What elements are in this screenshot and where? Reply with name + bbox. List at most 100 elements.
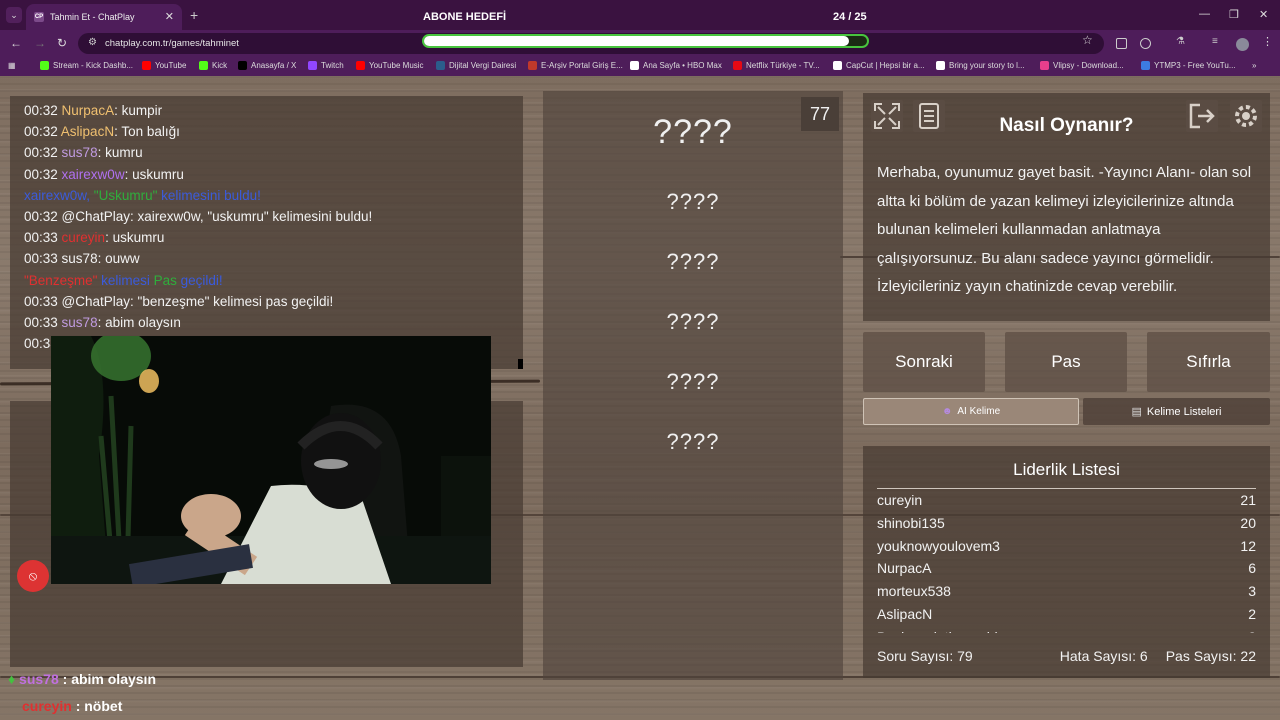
chat-username[interactable]: NurpacA <box>62 103 115 118</box>
chat-username[interactable]: sus78 <box>62 251 98 266</box>
bookmark-label: Dijital Vergi Dairesi <box>449 61 517 70</box>
chat-badge-icon: ♦ <box>8 671 20 687</box>
reload-icon[interactable]: ↻ <box>57 36 67 50</box>
more-bookmarks-icon[interactable]: » <box>1252 61 1256 70</box>
chat-system-text: "Uskumru" <box>93 187 158 203</box>
leaderboard-row: youknowyoulovem3 12 <box>877 535 1256 558</box>
next-button[interactable]: Sonraki <box>863 332 985 392</box>
chat-text: kumru <box>105 145 143 161</box>
pass-button[interactable]: Pas <box>1005 332 1127 392</box>
chat-username[interactable]: @ChatPlay <box>62 294 130 309</box>
chat-scrollbar[interactable] <box>518 359 523 369</box>
subscriber-goal-count: 24 / 25 <box>833 11 867 23</box>
bookmark-favicon-icon <box>199 61 208 70</box>
extensions-puzzle-icon[interactable] <box>1140 38 1151 49</box>
chat-panel: 00:32 NurpacA: kumpir 00:32 AslipacN: Ton… <box>10 96 523 369</box>
chat-username[interactable]: xairexw0w <box>62 167 125 182</box>
back-icon[interactable]: ← <box>10 36 22 50</box>
apps-grid-icon[interactable]: ▦ <box>8 61 16 70</box>
bookmark-label: Netflix Türkiye - TV... <box>746 61 820 70</box>
settings-gear-icon[interactable] <box>1230 100 1262 132</box>
chat-system-text: kelimesi <box>97 272 154 288</box>
chat-username[interactable]: sus78 <box>62 145 98 160</box>
bookmark-item[interactable]: E-Arşiv Portal Giriş E... <box>528 61 623 70</box>
bookmark-item[interactable]: Ana Sayfa • HBO Max <box>630 61 722 70</box>
leaderboard-panel: Liderlik Listesi cureyin 21 shinobi135 20 yo… <box>863 446 1270 678</box>
chat-username[interactable]: sus78 <box>62 315 98 330</box>
chat-separator: : <box>114 103 122 118</box>
leaderboard-list[interactable]: cureyin 21 shinobi135 20 youknowyoulovem3 12 N… <box>877 489 1256 633</box>
chat-username[interactable]: @ChatPlay <box>62 209 130 224</box>
overlay-text: : abim olaysın <box>58 671 156 687</box>
forward-icon[interactable]: → <box>34 36 46 50</box>
bookmark-label: Vlipsy - Download... <box>1053 61 1124 70</box>
exit-icon[interactable] <box>1186 100 1218 132</box>
bookmark-item[interactable]: CapCut | Hepsi bir a... <box>833 61 925 70</box>
bookmark-star-icon[interactable]: ☆ <box>1082 33 1093 47</box>
chat-message: "Benzeşme" kelimesi Pas geçildi! <box>24 270 509 291</box>
chat-text: xairexw0w, "uskumru" kelimesini buldu! <box>137 208 373 224</box>
site-info-icon[interactable]: ⚙ <box>88 37 97 48</box>
minimize-icon[interactable]: — <box>1199 8 1210 20</box>
ai-word-button[interactable]: ☻ AI Kelime <box>863 398 1079 425</box>
overlay-chat-message: cureyin : nöbet <box>22 698 122 714</box>
bookmark-item[interactable]: Twitch <box>308 61 344 70</box>
bookmark-item[interactable]: YouTube Music <box>356 61 424 70</box>
chat-text: ouww <box>105 251 140 267</box>
player-name: youknowyoulovem3 <box>877 537 1000 554</box>
bookmark-label: Stream - Kick Dashb... <box>53 61 134 70</box>
bookmark-item[interactable]: Vlipsy - Download... <box>1040 61 1124 70</box>
bookmark-item[interactable]: YTMP3 - Free YouTu... <box>1141 61 1236 70</box>
forbidden-word: ???? <box>666 369 720 394</box>
chat-text: uskumru <box>132 166 184 182</box>
chat-username[interactable]: AslipacN <box>61 124 114 139</box>
bookmark-item[interactable]: Dijital Vergi Dairesi <box>436 61 516 70</box>
browser-menu-icon[interactable]: ⋮ <box>1262 35 1273 48</box>
chat-timestamp: 00:32 <box>24 166 62 182</box>
bookmark-favicon-icon <box>1141 61 1150 70</box>
lab-icon[interactable]: ⚗ <box>1176 36 1187 47</box>
subscriber-goal-progress-fill <box>424 36 850 46</box>
bookmarks-bar: ▦ Stream - Kick Dashb... YouTube Kick Anasa… <box>0 56 1280 76</box>
chat-message: 00:33 sus78: abim olaysın <box>24 312 509 333</box>
forbidden-word: ???? <box>666 189 720 214</box>
bookmark-favicon-icon <box>40 61 49 70</box>
bookmark-favicon-icon <box>142 61 151 70</box>
chat-system-text: "Benzeşme" <box>24 272 98 288</box>
chat-system-text: geçildi! <box>176 272 223 288</box>
bookmark-item[interactable]: YouTube <box>142 61 186 70</box>
bookmark-label: YTMP3 - Free YouTu... <box>1154 61 1236 70</box>
chat-username[interactable]: cureyin <box>62 230 106 245</box>
new-tab-icon[interactable]: + <box>190 7 198 23</box>
window-close-icon[interactable]: ✕ <box>1259 8 1268 21</box>
error-count: Hata Sayısı: 6 <box>1059 648 1148 664</box>
bookmark-favicon-icon <box>733 61 742 70</box>
tab-list-icon[interactable]: ⌄ <box>6 7 22 23</box>
chat-message: 00:33 @ChatPlay: "benzeşme" kelimesi pas… <box>24 291 509 312</box>
profile-avatar-icon[interactable] <box>1236 38 1249 51</box>
chat-timestamp: 00:33 <box>24 251 62 267</box>
bookmark-item[interactable]: Netflix Türkiye - TV... <box>733 61 820 70</box>
reset-button[interactable]: Sıfırla <box>1147 332 1270 392</box>
bookmark-item[interactable]: Kick <box>199 61 227 70</box>
maximize-icon[interactable]: ❐ <box>1229 8 1239 21</box>
chat-separator: : <box>97 145 106 161</box>
chat-timestamp: 00:32 <box>24 103 62 118</box>
record-icon[interactable]: ⦸ <box>17 560 49 592</box>
bookmark-item[interactable]: Bring your story to l... <box>936 61 1025 70</box>
player-name: cureyin <box>877 492 923 508</box>
chat-message: 00:32 sus78: kumru <box>24 142 509 163</box>
tab-close-icon[interactable]: ✕ <box>165 10 174 23</box>
browser-tab[interactable]: CP Tahmin Et - ChatPlay ✕ <box>26 4 182 30</box>
word-lists-button[interactable]: ▤ Kelime Listeleri <box>1083 398 1270 425</box>
chat-system-text: Pas <box>153 272 177 288</box>
chat-timestamp: 00:33 <box>24 230 62 246</box>
subscriber-goal-progress <box>422 34 869 48</box>
extension-icon[interactable] <box>1116 38 1127 49</box>
bookmark-label: E-Arşiv Portal Giriş E... <box>541 61 623 70</box>
chat-timestamp: 00:32 <box>24 124 61 140</box>
media-icon[interactable]: ≡ <box>1212 36 1223 47</box>
bookmark-item[interactable]: Stream - Kick Dashb... <box>40 61 133 70</box>
forbidden-word: ???? <box>666 309 720 334</box>
bookmark-item[interactable]: Anasayfa / X <box>238 61 296 70</box>
